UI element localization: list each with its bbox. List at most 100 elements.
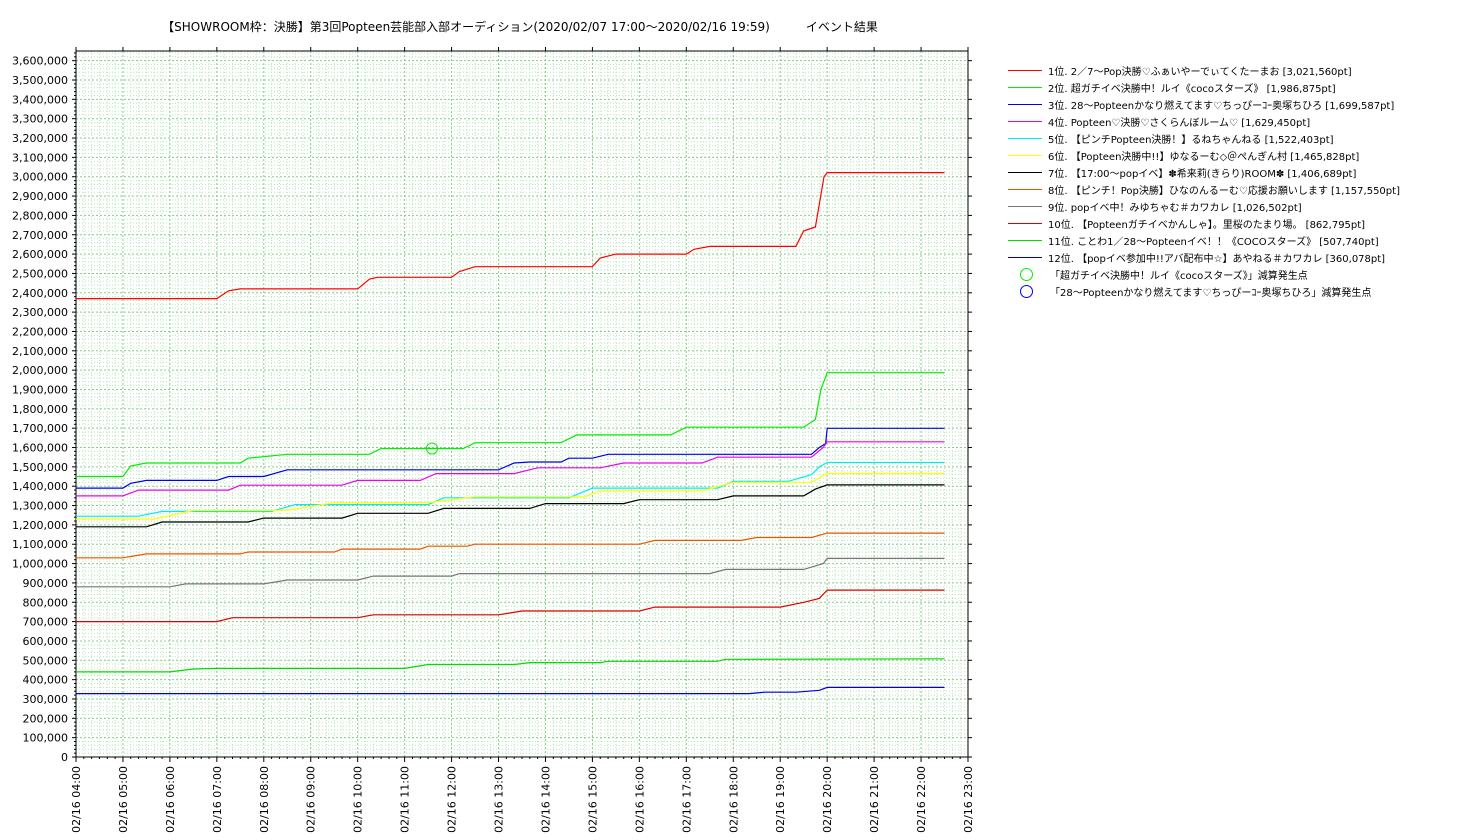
y-tick-label: 2,700,000 <box>12 229 68 242</box>
legend-line-swatch <box>1008 121 1042 122</box>
y-tick-label: 0 <box>61 751 68 764</box>
x-tick-label: 02/16 05:00 <box>117 766 130 833</box>
x-tick-label: 02/16 10:00 <box>352 766 365 833</box>
y-tick-label: 1,600,000 <box>12 442 68 455</box>
x-tick-label: 02/16 23:00 <box>962 766 975 833</box>
y-tick-label: 600,000 <box>23 635 69 648</box>
y-tick-label: 2,500,000 <box>12 267 68 280</box>
y-tick-label: 2,900,000 <box>12 190 68 203</box>
y-tick-label: 1,900,000 <box>12 383 68 396</box>
legend-line-swatch <box>1008 206 1042 207</box>
x-tick-label: 02/16 15:00 <box>586 766 599 833</box>
y-tick-label: 2,600,000 <box>12 248 68 261</box>
y-tick-label: 1,100,000 <box>12 538 68 551</box>
x-tick-label: 02/16 04:00 <box>70 766 83 833</box>
x-tick-label: 02/16 06:00 <box>164 766 177 833</box>
y-tick-label: 3,100,000 <box>12 151 68 164</box>
legend-item: 4位. Popteen♡決勝♡さくらんぼルーム♡ [1,629,450pt] <box>1008 113 1400 130</box>
legend-item: 3位. 28〜Popteenかなり燃えてます♡ちっぴーｺｰ奥塚ちひろ [1,69… <box>1008 96 1400 113</box>
legend-item: 8位. 【ピンチ！Pop決勝】ひなのんるーむ♡応援お願いします [1,157,5… <box>1008 181 1400 198</box>
y-tick-label: 3,200,000 <box>12 132 68 145</box>
y-tick-label: 2,000,000 <box>12 364 68 377</box>
legend-item: 2位. 超ガチイベ決勝中！ルイ《cocoスターズ》 [1,986,875pt] <box>1008 79 1400 96</box>
legend-label: 9位. popイベ中！みゆちゃむ＃カワカレ [1,026,502pt] <box>1048 203 1302 214</box>
x-tick-label: 02/16 07:00 <box>211 766 224 833</box>
x-tick-label: 02/16 12:00 <box>446 766 459 833</box>
y-tick-label: 2,400,000 <box>12 287 68 300</box>
legend-label: 7位. 【17:00〜popイベ】✽希来莉(きらり)ROOM✽ [1,406,6… <box>1048 169 1357 180</box>
legend-line-swatch <box>1008 138 1042 139</box>
legend-label: 5位. 【ピンチPopteen決勝！】るねちゃんねる [1,522,403pt] <box>1048 135 1334 146</box>
y-tick-label: 3,600,000 <box>12 55 68 68</box>
legend-label: 4位. Popteen♡決勝♡さくらんぼルーム♡ [1,629,450pt] <box>1048 118 1311 129</box>
legend-item: 12位. 【popイベ参加中!!アバ配布中☆】あやねる＃カワカレ [360,07… <box>1008 249 1400 266</box>
legend-item: 5位. 【ピンチPopteen決勝！】るねちゃんねる [1,522,403pt] <box>1008 130 1400 147</box>
x-tick-label: 02/16 17:00 <box>680 766 693 833</box>
legend-item: 1位. 2／7〜Pop決勝♡ふぁいやーでぃてくたーまお [3,021,560pt… <box>1008 62 1400 79</box>
legend-label: 1位. 2／7〜Pop決勝♡ふぁいやーでぃてくたーまお [3,021,560pt… <box>1048 67 1352 78</box>
y-tick-label: 1,400,000 <box>12 480 68 493</box>
legend-line-swatch <box>1008 223 1042 224</box>
x-tick-label: 02/16 11:00 <box>399 766 412 833</box>
y-tick-label: 2,200,000 <box>12 325 68 338</box>
legend-label: 2位. 超ガチイベ決勝中！ルイ《cocoスターズ》 [1,986,875pt] <box>1048 84 1336 95</box>
legend-item: 7位. 【17:00〜popイベ】✽希来莉(きらり)ROOM✽ [1,406,6… <box>1008 164 1400 181</box>
legend-label: 「28〜Popteenかなり燃えてます♡ちっぴーｺｰ奥塚ちひろ」減算発生点 <box>1050 288 1372 299</box>
y-tick-label: 1,000,000 <box>12 558 68 571</box>
legend-circle-swatch <box>1020 268 1033 281</box>
y-tick-label: 500,000 <box>23 654 69 667</box>
legend-marker-item: 「28〜Popteenかなり燃えてます♡ちっぴーｺｰ奥塚ちひろ」減算発生点 <box>1008 283 1400 300</box>
y-tick-label: 3,400,000 <box>12 93 68 106</box>
legend-item: 9位. popイベ中！みゆちゃむ＃カワカレ [1,026,502pt] <box>1008 198 1400 215</box>
y-tick-label: 3,500,000 <box>12 74 68 87</box>
legend-line-swatch <box>1008 257 1042 258</box>
y-tick-label: 2,800,000 <box>12 209 68 222</box>
y-tick-label: 1,700,000 <box>12 422 68 435</box>
y-tick-label: 400,000 <box>23 674 69 687</box>
x-tick-label: 02/16 22:00 <box>915 766 928 833</box>
legend-label: 12位. 【popイベ参加中!!アバ配布中☆】あやねる＃カワカレ [360,07… <box>1048 254 1386 265</box>
y-tick-label: 3,300,000 <box>12 113 68 126</box>
y-tick-label: 2,100,000 <box>12 345 68 358</box>
legend-line-swatch <box>1008 172 1042 173</box>
legend-line-swatch <box>1008 87 1042 88</box>
x-tick-label: 02/16 21:00 <box>868 766 881 833</box>
y-tick-label: 1,300,000 <box>12 500 68 513</box>
y-tick-label: 100,000 <box>23 732 69 745</box>
legend-item: 11位. ことわ1／28〜Popteenイベ！！《COCOスターズ》 [507,… <box>1008 232 1400 249</box>
chart-legend: 1位. 2／7〜Pop決勝♡ふぁいやーでぃてくたーまお [3,021,560pt… <box>1008 62 1400 300</box>
y-tick-label: 200,000 <box>23 712 69 725</box>
legend-line-swatch <box>1008 240 1042 241</box>
legend-item: 10位. 【Popteenガチイベかんしゃ】。里桜のたまり場。 [862,795… <box>1008 215 1400 232</box>
legend-item: 6位. 【Popteen決勝中!!】ゆなるーむ◇＠ぺんぎん村 [1,465,82… <box>1008 147 1400 164</box>
y-tick-label: 300,000 <box>23 693 69 706</box>
x-tick-label: 02/16 09:00 <box>305 766 318 833</box>
legend-line-swatch <box>1008 70 1042 71</box>
x-tick-label: 02/16 18:00 <box>727 766 740 833</box>
legend-marker-item: 「超ガチイベ決勝中！ルイ《cocoスターズ》」減算発生点 <box>1008 266 1400 283</box>
y-tick-label: 900,000 <box>23 577 69 590</box>
x-tick-label: 02/16 20:00 <box>821 766 834 833</box>
legend-line-swatch <box>1008 155 1042 156</box>
legend-circle-swatch <box>1020 285 1033 298</box>
x-tick-label: 02/16 16:00 <box>633 766 646 833</box>
y-tick-label: 3,000,000 <box>12 171 68 184</box>
y-tick-label: 2,300,000 <box>12 306 68 319</box>
legend-line-swatch <box>1008 104 1042 105</box>
legend-label: 6位. 【Popteen決勝中!!】ゆなるーむ◇＠ぺんぎん村 [1,465,82… <box>1048 152 1360 163</box>
legend-label: 10位. 【Popteenガチイベかんしゃ】。里桜のたまり場。 [862,795… <box>1048 220 1366 231</box>
y-tick-label: 1,500,000 <box>12 461 68 474</box>
y-tick-label: 800,000 <box>23 596 69 609</box>
legend-label: 「超ガチイベ決勝中！ルイ《cocoスターズ》」減算発生点 <box>1050 271 1308 282</box>
x-tick-label: 02/16 19:00 <box>774 766 787 833</box>
legend-label: 3位. 28〜Popteenかなり燃えてます♡ちっぴーｺｰ奥塚ちひろ [1,69… <box>1048 101 1395 112</box>
legend-line-swatch <box>1008 189 1042 190</box>
x-tick-label: 02/16 08:00 <box>258 766 271 833</box>
x-tick-label: 02/16 14:00 <box>539 766 552 833</box>
y-tick-label: 1,200,000 <box>12 519 68 532</box>
x-tick-label: 02/16 13:00 <box>493 766 506 833</box>
y-tick-label: 1,800,000 <box>12 403 68 416</box>
legend-label: 11位. ことわ1／28〜Popteenイベ！！《COCOスターズ》 [507,… <box>1048 237 1379 248</box>
y-tick-label: 700,000 <box>23 616 69 629</box>
legend-label: 8位. 【ピンチ！Pop決勝】ひなのんるーむ♡応援お願いします [1,157,5… <box>1048 186 1400 197</box>
